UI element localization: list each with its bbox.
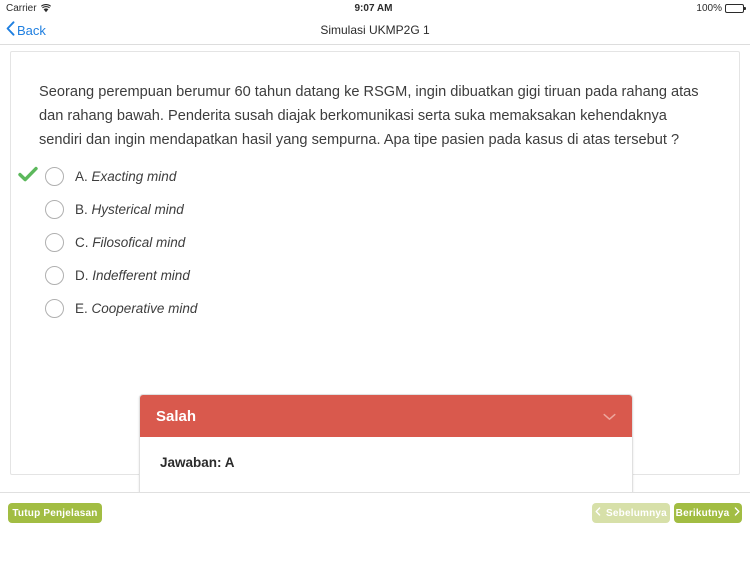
option-text-a: Exacting mind <box>91 169 177 184</box>
options-list: A. Exacting mind B. Hysterical mind C. F… <box>11 160 739 325</box>
radio-button-b[interactable] <box>45 200 64 219</box>
radio-button-e[interactable] <box>45 299 64 318</box>
radio-button-a[interactable] <box>45 167 64 186</box>
close-explanation-button[interactable]: Tutup Penjelasan <box>8 503 102 523</box>
option-text-c: Filosofical mind <box>92 235 186 250</box>
option-row-d[interactable]: D. Indefferent mind <box>11 259 739 292</box>
option-letter-a: A. <box>75 169 88 184</box>
previous-question-label: Sebelumnya <box>606 507 667 519</box>
battery-percent-label: 100% <box>696 2 722 14</box>
correct-answer-check-slot <box>11 166 45 188</box>
bottom-toolbar: Tutup Penjelasan Sebelumnya Berikutnya <box>0 492 750 562</box>
option-letter-d: D. <box>75 268 89 283</box>
page-title: Simulasi UKMP2G 1 <box>320 23 430 37</box>
result-panel-body: Jawaban: A <box>140 437 632 499</box>
result-panel: Salah Jawaban: A <box>139 394 633 500</box>
chevron-right-icon <box>734 507 740 519</box>
status-bar-left: Carrier <box>6 3 51 14</box>
option-letter-c: C. <box>75 235 89 250</box>
back-button[interactable]: Back <box>0 21 46 39</box>
result-panel-header[interactable]: Salah <box>140 395 632 437</box>
option-text-b: Hysterical mind <box>91 202 184 217</box>
option-text-e: Cooperative mind <box>91 301 198 316</box>
option-letter-b: B. <box>75 202 88 217</box>
option-letter-e: E. <box>75 301 88 316</box>
previous-question-button[interactable]: Sebelumnya <box>592 503 670 523</box>
navigation-bar: Back Simulasi UKMP2G 1 <box>0 16 750 45</box>
option-text-d: Indefferent mind <box>92 268 190 283</box>
option-label-a: A. Exacting mind <box>75 169 176 184</box>
close-explanation-label: Tutup Penjelasan <box>12 507 98 519</box>
question-card: Seorang perempuan berumur 60 tahun datan… <box>10 51 740 500</box>
radio-button-d[interactable] <box>45 266 64 285</box>
option-label-b: B. Hysterical mind <box>75 202 184 217</box>
content-area: Seorang perempuan berumur 60 tahun datan… <box>0 45 750 500</box>
status-bar-clock: 9:07 AM <box>354 2 393 14</box>
chevron-left-icon <box>595 507 601 519</box>
result-status-label: Salah <box>156 407 197 425</box>
question-text: Seorang perempuan berumur 60 tahun datan… <box>39 84 699 148</box>
next-question-label: Berikutnya <box>675 507 730 519</box>
back-button-label: Back <box>17 22 46 38</box>
battery-icon <box>725 3 746 13</box>
option-row-b[interactable]: B. Hysterical mind <box>11 193 739 226</box>
radio-button-c[interactable] <box>45 233 64 252</box>
option-row-e[interactable]: E. Cooperative mind <box>11 292 739 325</box>
option-label-c: C. Filosofical mind <box>75 235 185 250</box>
chevron-left-icon <box>6 21 15 39</box>
wifi-icon <box>40 3 51 13</box>
carrier-label: Carrier <box>6 2 37 14</box>
correct-answer-text: Jawaban: A <box>160 455 235 470</box>
status-bar: Carrier 9:07 AM 100% <box>0 0 750 16</box>
chevron-down-icon[interactable] <box>603 408 616 425</box>
option-row-a[interactable]: A. Exacting mind <box>11 160 739 193</box>
status-bar-right: 100% <box>696 2 746 14</box>
option-label-d: D. Indefferent mind <box>75 268 190 283</box>
option-row-c[interactable]: C. Filosofical mind <box>11 226 739 259</box>
option-label-e: E. Cooperative mind <box>75 301 197 316</box>
next-question-button[interactable]: Berikutnya <box>674 503 742 523</box>
check-icon <box>18 166 38 188</box>
